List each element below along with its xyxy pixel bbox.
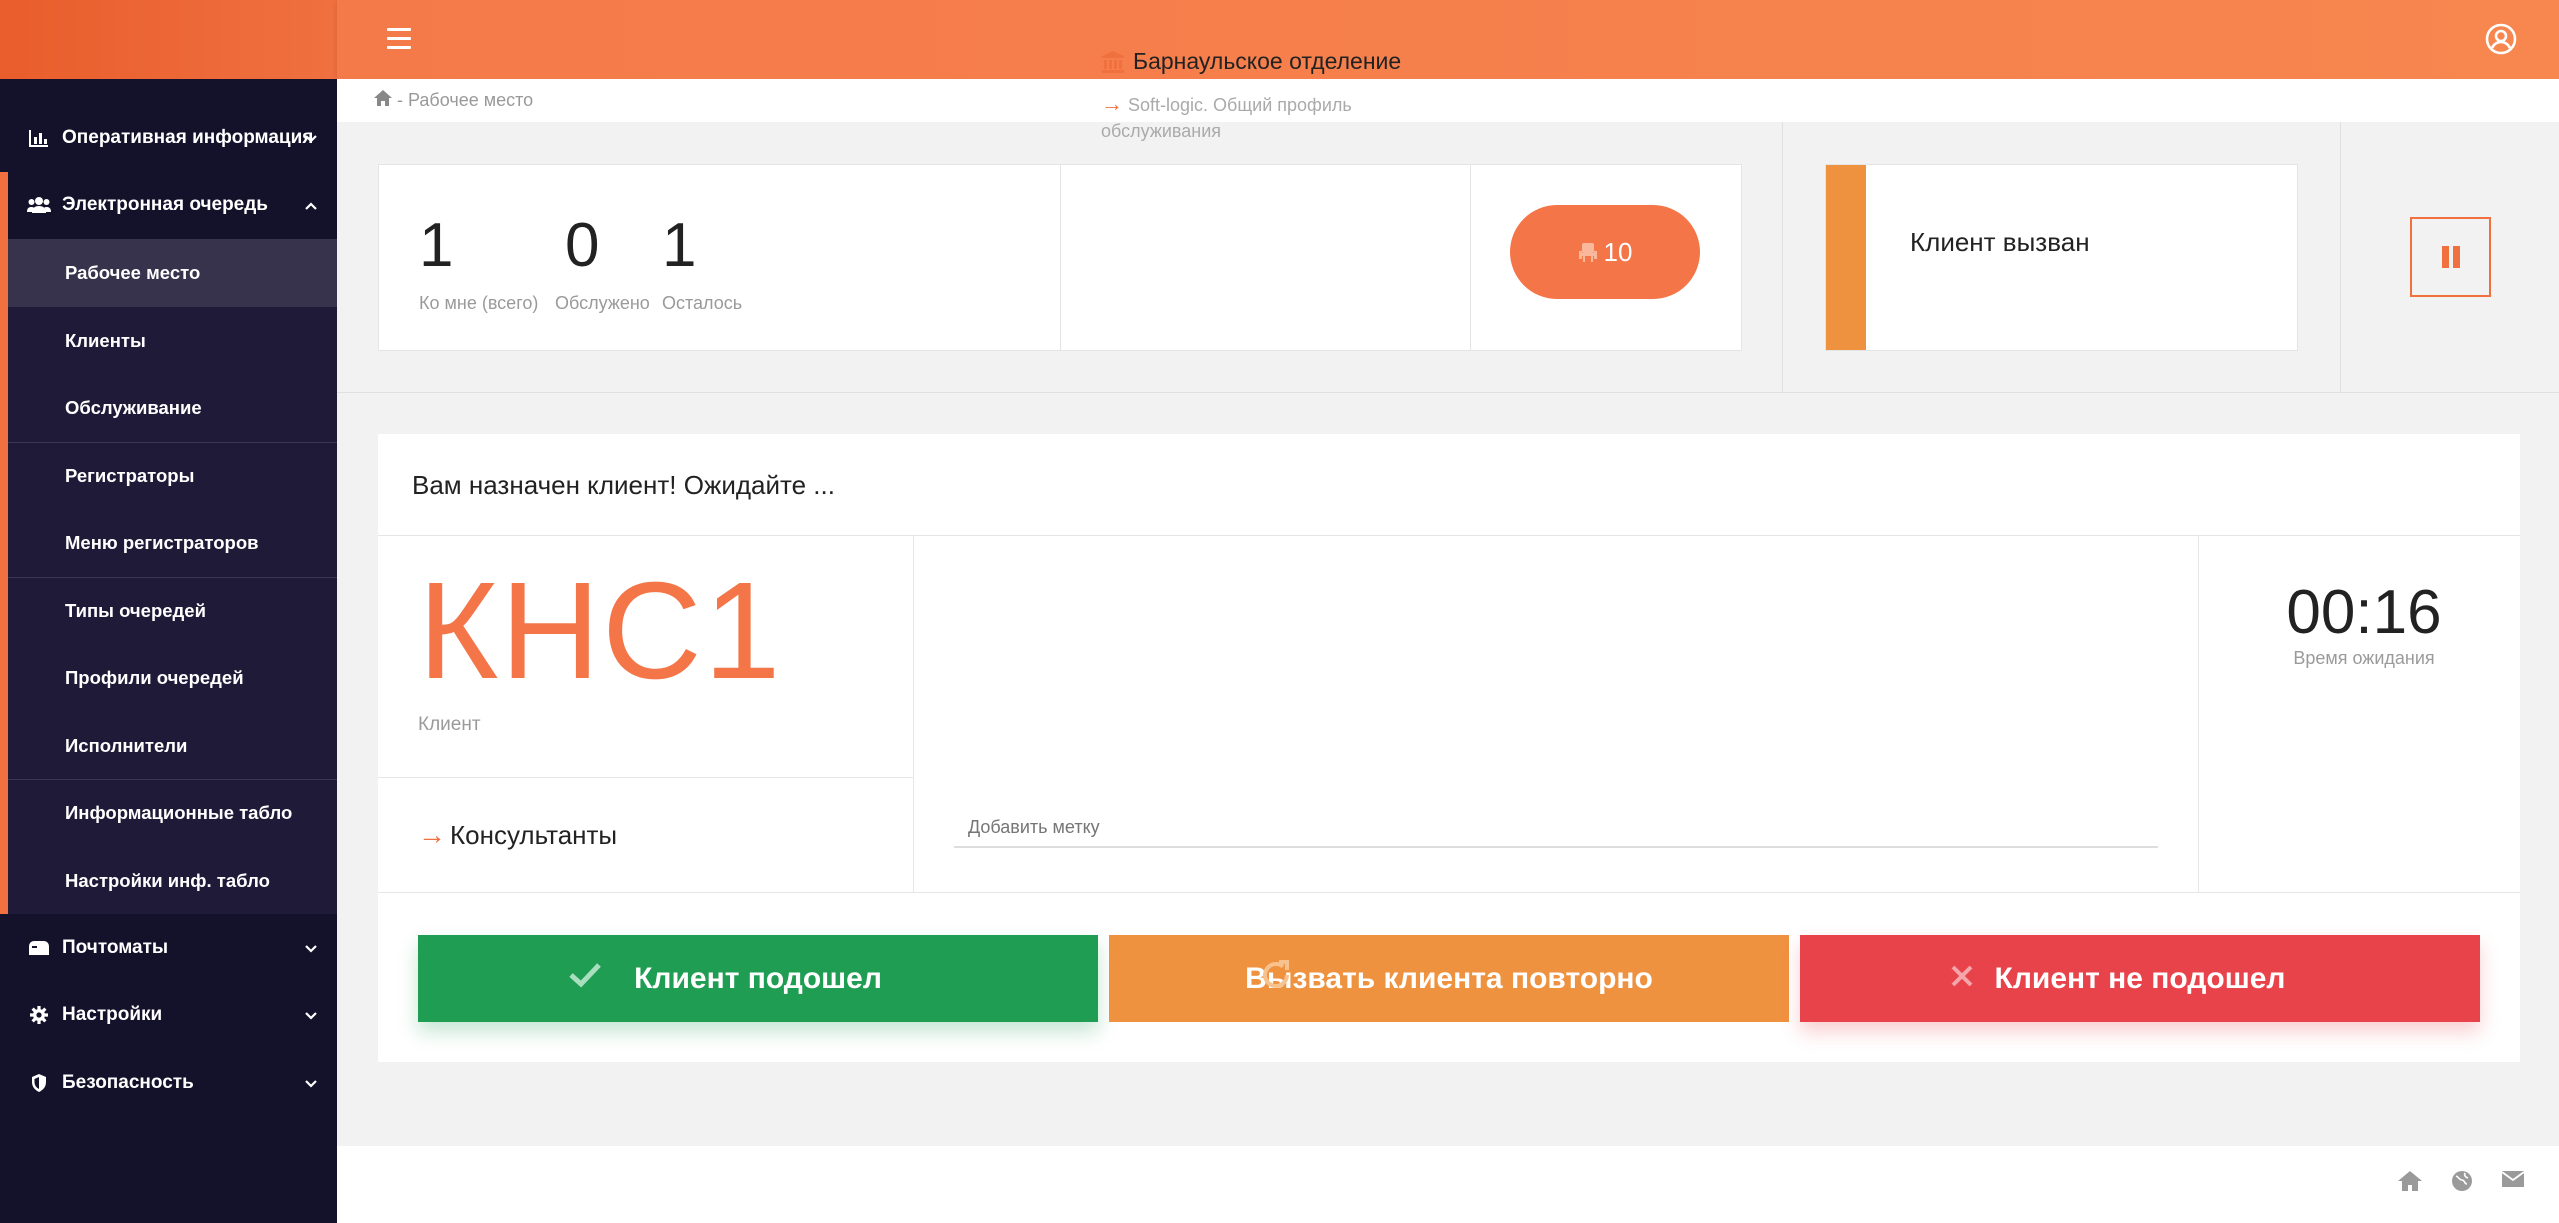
stat-label: Осталось	[662, 293, 743, 313]
stat-served: 0 Обслужено	[555, 215, 650, 314]
sidebar-nav: Оперативная информация Электронная очере…	[0, 104, 337, 1117]
status-color-bar	[1826, 165, 1866, 350]
branch-profile: Soft-logic. Общий профиль обслуживания	[1101, 95, 1352, 141]
button-label: Вызвать клиента повторно	[1245, 961, 1653, 995]
status-text: Клиент вызван	[1910, 227, 2090, 257]
seat-number: 10	[1603, 236, 1633, 267]
timer-value: 00:16	[2286, 578, 2442, 647]
users-icon	[26, 194, 52, 216]
timer-label: Время ожидания	[2293, 648, 2435, 668]
wait-timer: 00:16 Время ожидания	[2208, 582, 2520, 669]
stat-value: 0	[565, 211, 600, 280]
sidebar-subitem-executors[interactable]: Исполнители	[8, 711, 337, 779]
add-tag-input[interactable]	[954, 808, 2158, 848]
sidebar-subitem-registrator-menu[interactable]: Меню регистраторов	[8, 509, 337, 577]
mailbox-icon	[26, 937, 52, 959]
hamburger-icon[interactable]	[387, 28, 411, 55]
sidebar-subitem-info-board-settings[interactable]: Настройки инф. табло	[8, 846, 337, 914]
sidebar-subitem-clients[interactable]: Клиенты	[8, 306, 337, 374]
sidebar-item-label: Оперативная информация	[62, 126, 314, 148]
chevron-down-icon	[305, 1072, 317, 1094]
shield-icon	[26, 1072, 52, 1094]
topbar	[337, 0, 2559, 79]
ticket-label: Клиент	[418, 714, 481, 735]
recall-client-button[interactable]: Вызвать клиента повторно	[1109, 935, 1789, 1022]
sidebar-subitem-registrators[interactable]: Регистраторы	[8, 441, 337, 509]
refresh-icon	[1259, 958, 1293, 1000]
chevron-up-icon	[305, 194, 317, 216]
seat-button[interactable]: 10	[1510, 205, 1700, 299]
sidebar-item-label: Почтоматы	[62, 936, 169, 958]
breadcrumb-current: - Рабочее место	[397, 90, 534, 110]
sidebar-item-postamats[interactable]: Почтоматы	[0, 914, 337, 982]
close-icon	[1950, 962, 1974, 996]
sidebar-group-queue: Электронная очередь Рабочее место Клиент…	[0, 171, 337, 914]
stat-label: Обслужено	[555, 293, 650, 313]
chart-icon	[26, 127, 52, 149]
sidebar-item-label: Электронная очередь	[62, 194, 268, 216]
home-icon[interactable]	[2397, 1170, 2423, 1197]
sidebar-logo	[0, 0, 337, 79]
sidebar: Оперативная информация Электронная очере…	[0, 0, 337, 1223]
footer	[337, 1146, 2559, 1223]
stat-label: Ко мне (всего)	[419, 293, 539, 313]
button-label: Клиент подошел	[634, 961, 882, 995]
sidebar-subitem-info-boards[interactable]: Информационные табло	[8, 779, 337, 847]
consultants-link[interactable]: → Консультанты	[418, 819, 617, 851]
chevron-down-icon	[305, 1004, 317, 1026]
client-arrived-button[interactable]: Клиент подошел	[418, 935, 1098, 1022]
sidebar-item-electronic-queue[interactable]: Электронная очередь	[8, 172, 337, 240]
sidebar-item-label: Настройки	[62, 1004, 163, 1026]
sidebar-item-settings[interactable]: Настройки	[0, 982, 337, 1050]
sidebar-subitem-queue-profiles[interactable]: Профили очередей	[8, 644, 337, 712]
gear-icon	[26, 1004, 52, 1026]
mail-icon[interactable]	[2501, 1170, 2525, 1197]
stat-value: 1	[419, 211, 454, 280]
arrow-right-icon: →	[1101, 91, 1123, 116]
client-not-arrived-button[interactable]: Клиент не подошел	[1800, 935, 2480, 1022]
sidebar-item-label: Безопасность	[62, 1071, 194, 1093]
sidebar-item-operative-info[interactable]: Оперативная информация	[0, 104, 337, 172]
sidebar-subitem-queue-types[interactable]: Типы очередей	[8, 576, 337, 644]
button-label: Клиент не подошел	[1994, 961, 2286, 995]
user-circle-icon[interactable]	[2485, 23, 2517, 60]
sidebar-subitem-workplace[interactable]: Рабочее место	[8, 239, 337, 307]
stat-value: 1	[662, 211, 697, 280]
bank-icon	[1101, 50, 1125, 74]
sidebar-item-security[interactable]: Безопасность	[0, 1049, 337, 1117]
pause-icon	[2440, 246, 2462, 268]
pause-button[interactable]	[2410, 217, 2491, 297]
branch-info: Барнаульское отделение → Soft-logic. Общ…	[1101, 48, 1401, 143]
status-card: Клиент вызван	[1825, 164, 2298, 351]
breadcrumb: - Рабочее место	[337, 79, 2559, 122]
chevron-down-icon	[305, 127, 317, 149]
home-icon[interactable]	[373, 89, 393, 112]
check-icon	[568, 962, 602, 996]
sidebar-subitem-service[interactable]: Обслуживание	[8, 374, 337, 442]
chair-icon	[1578, 241, 1598, 263]
branch-title: Барнаульское отделение	[1133, 48, 1402, 74]
stat-remaining: 1 Осталось	[662, 215, 742, 314]
ticket-number: КНС1	[418, 554, 783, 708]
assigned-message: Вам назначен клиент! Ожидайте ...	[412, 470, 835, 500]
client-card: Вам назначен клиент! Ожидайте ... КНС1 К…	[378, 434, 2520, 1062]
globe-icon[interactable]	[2451, 1170, 2473, 1197]
stat-total: 1 Ко мне (всего)	[419, 215, 538, 314]
arrow-right-icon: →	[418, 819, 446, 850]
consultants-label: Консультанты	[450, 819, 618, 850]
chevron-down-icon	[305, 937, 317, 959]
